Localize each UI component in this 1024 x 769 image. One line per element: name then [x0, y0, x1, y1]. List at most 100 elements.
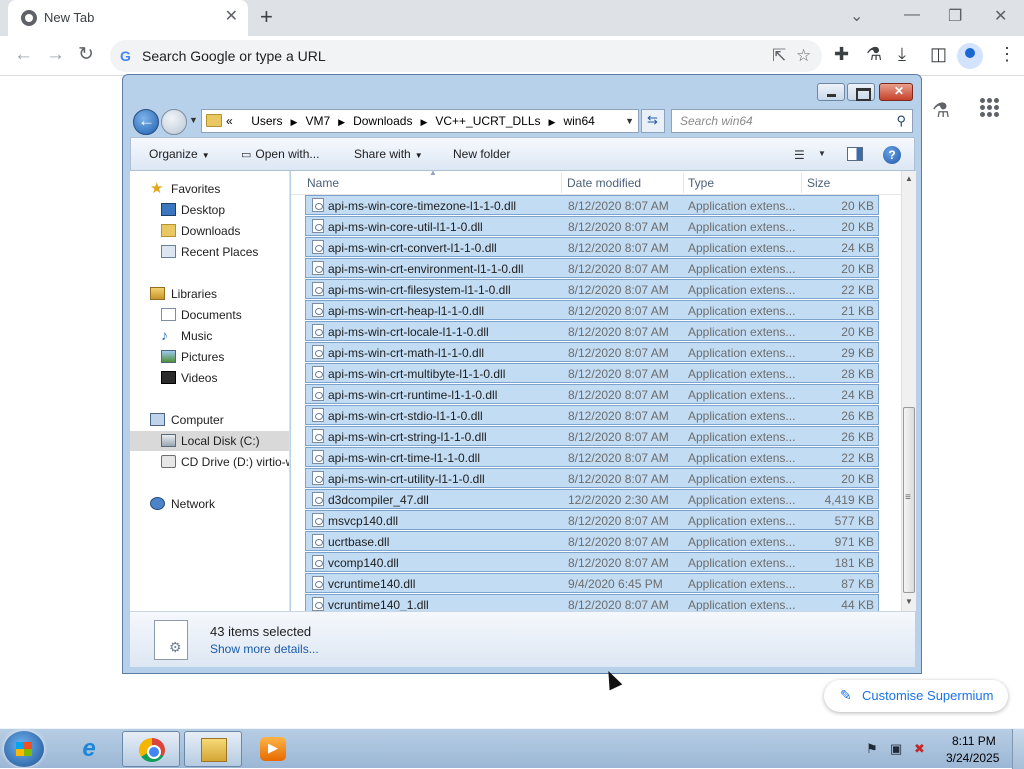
column-name[interactable]: Name [307, 176, 339, 190]
new-folder-button[interactable]: New folder [453, 147, 510, 161]
table-row[interactable]: api-ms-win-crt-stdio-l1-1-0.dll 8/12/2020… [305, 405, 879, 425]
bookmark-star-icon[interactable]: ☆ [796, 46, 811, 66]
taskbar-internet-explorer[interactable]: e [60, 731, 118, 767]
forward-icon[interactable]: → [46, 44, 65, 66]
breadcrumb-downloads[interactable]: Downloads [353, 114, 412, 128]
side-panel-icon[interactable]: ◫ [930, 44, 947, 65]
share-with-button[interactable]: Share with ▼ [354, 147, 423, 161]
scroll-thumb[interactable] [903, 407, 915, 593]
nav-recent-places[interactable]: Recent Places [130, 242, 289, 262]
nav-network[interactable]: Network [130, 494, 289, 514]
table-row[interactable]: api-ms-win-core-timezone-l1-1-0.dll 8/12/… [305, 195, 879, 215]
crumb-separator-icon[interactable]: ▶ [338, 117, 345, 127]
address-bar[interactable]: « Users ▶ VM7 ▶ Downloads ▶ VC++_UCRT_DLLs ▶ win… [201, 109, 639, 133]
organize-button[interactable]: Organize ▼ [149, 147, 210, 161]
views-icon[interactable]: ☰ [794, 148, 805, 162]
search-icon[interactable]: ⚲ [896, 113, 906, 129]
column-date-modified[interactable]: Date modified [567, 176, 641, 190]
table-row[interactable]: api-ms-win-crt-heap-l1-1-0.dll 8/12/2020 … [305, 300, 879, 320]
apps-grid-icon[interactable] [980, 98, 1000, 118]
table-row[interactable]: vcruntime140.dll 9/4/2020 6:45 PM Applicat… [305, 573, 879, 593]
breadcrumb-overflow[interactable]: « [226, 114, 233, 128]
extensions-icon[interactable]: ✚ [834, 44, 849, 65]
nav-music[interactable]: ♪ Music [130, 326, 289, 346]
volume-muted-icon[interactable]: ✖ [914, 741, 925, 757]
open-with-button[interactable]: ▭ Open with... [241, 147, 319, 161]
table-row[interactable]: ucrtbase.dll 8/12/2020 8:07 AM Application… [305, 531, 879, 551]
dialog-minimize-button[interactable] [817, 83, 845, 101]
table-row[interactable]: api-ms-win-crt-locale-l1-1-0.dll 8/12/202… [305, 321, 879, 341]
table-row[interactable]: vcomp140.dll 8/12/2020 8:07 AM Application… [305, 552, 879, 572]
restore-window-icon[interactable]: ❐ [948, 6, 962, 26]
table-row[interactable]: api-ms-win-crt-runtime-l1-1-0.dll 8/12/20… [305, 384, 879, 404]
nav-libraries[interactable]: Libraries [130, 284, 289, 304]
action-center-flag-icon[interactable]: ⚑ [866, 741, 878, 757]
table-row[interactable]: api-ms-win-crt-time-l1-1-0.dll 8/12/2020 … [305, 447, 879, 467]
taskbar-media-player[interactable] [244, 731, 302, 767]
column-divider[interactable] [801, 173, 802, 193]
profile-avatar-icon[interactable] [957, 43, 983, 69]
omnibox[interactable]: G Search Google or type a URL ⇱ ☆ [110, 40, 822, 72]
crumb-separator-icon[interactable]: ▶ [420, 117, 427, 127]
breadcrumb-vc-ucrt[interactable]: VC++_UCRT_DLLs [435, 114, 540, 128]
labs-flask-icon[interactable]: ⚗ [932, 98, 950, 123]
nav-favorites[interactable]: ★ Favorites [130, 179, 289, 199]
show-more-details-link[interactable]: Show more details... [210, 642, 319, 656]
table-row[interactable]: api-ms-win-core-util-l1-1-0.dll 8/12/2020… [305, 216, 879, 236]
views-dropdown-icon[interactable]: ▼ [818, 149, 826, 158]
dialog-close-button[interactable] [879, 83, 913, 101]
table-row[interactable]: msvcp140.dll 8/12/2020 8:07 AM Application… [305, 510, 879, 530]
nav-downloads[interactable]: Downloads [130, 221, 289, 241]
taskbar-explorer[interactable] [184, 731, 242, 767]
reload-icon[interactable]: ↻ [78, 44, 94, 66]
column-divider[interactable] [683, 173, 684, 193]
vertical-scrollbar[interactable]: ▲ ▼ [901, 171, 916, 611]
dialog-maximize-button[interactable] [847, 83, 875, 101]
downloads-icon[interactable]: ⤓ [898, 44, 906, 65]
omnibox-input[interactable]: Search Google or type a URL [142, 48, 326, 64]
share-icon[interactable]: ⇱ [772, 46, 786, 66]
tab-close-icon[interactable]: ✕ [225, 8, 238, 26]
preview-pane-icon[interactable] [847, 147, 863, 161]
tab-search-icon[interactable]: ⌄ [850, 6, 863, 26]
clock-date[interactable]: 3/24/2025 [946, 751, 999, 765]
table-row[interactable]: api-ms-win-crt-convert-l1-1-0.dll 8/12/20… [305, 237, 879, 257]
new-tab-button[interactable]: + [260, 4, 273, 30]
table-row[interactable]: api-ms-win-crt-string-l1-1-0.dll 8/12/202… [305, 426, 879, 446]
nav-computer[interactable]: Computer [130, 410, 289, 430]
scroll-down-icon[interactable]: ▼ [905, 597, 913, 606]
crumb-separator-icon[interactable]: ▶ [291, 117, 298, 127]
tab-new-tab[interactable]: New Tab ✕ [8, 0, 248, 36]
network-tray-icon[interactable]: ▣ [890, 741, 902, 757]
table-row[interactable]: api-ms-win-crt-math-l1-1-0.dll 8/12/2020 … [305, 342, 879, 362]
table-row[interactable]: vcruntime140_1.dll 8/12/2020 8:07 AM Appli… [305, 594, 879, 611]
customise-button[interactable]: ✎ Customise Supermium [824, 680, 1008, 712]
column-type[interactable]: Type [688, 176, 714, 190]
back-icon[interactable]: ← [14, 44, 33, 66]
back-button[interactable] [133, 109, 159, 135]
nav-documents[interactable]: Documents [130, 305, 289, 325]
nav-desktop[interactable]: Desktop [130, 200, 289, 220]
crumb-separator-icon[interactable]: ▶ [549, 117, 556, 127]
table-row[interactable]: api-ms-win-crt-filesystem-l1-1-0.dll 8/12… [305, 279, 879, 299]
breadcrumb-users[interactable]: Users [251, 114, 282, 128]
menu-kebab-icon[interactable]: ⋮ [998, 44, 1016, 65]
start-button[interactable] [4, 731, 44, 767]
column-size[interactable]: Size [807, 176, 830, 190]
breadcrumb-vm7[interactable]: VM7 [305, 114, 330, 128]
table-row[interactable]: api-ms-win-crt-multibyte-l1-1-0.dll 8/12/… [305, 363, 879, 383]
nav-local-disk[interactable]: Local Disk (C:) [130, 431, 289, 451]
forward-button[interactable] [161, 109, 187, 135]
nav-videos[interactable]: Videos [130, 368, 289, 388]
table-row[interactable]: d3dcompiler_47.dll 12/2/2020 2:30 AM Appli… [305, 489, 879, 509]
taskbar-browser[interactable] [122, 731, 180, 767]
table-row[interactable]: api-ms-win-crt-environment-l1-1-0.dll 8/1… [305, 258, 879, 278]
breadcrumb-win64[interactable]: win64 [563, 114, 594, 128]
table-row[interactable]: api-ms-win-crt-utility-l1-1-0.dll 8/12/20… [305, 468, 879, 488]
nav-pictures[interactable]: Pictures [130, 347, 289, 367]
clock-time[interactable]: 8:11 PM [952, 734, 996, 748]
search-box[interactable]: Search win64 ⚲ [671, 109, 913, 133]
show-desktop-button[interactable] [1012, 729, 1024, 769]
recent-pages-chevron-icon[interactable]: ▼ [189, 115, 198, 125]
minimize-window-icon[interactable]: — [904, 6, 920, 24]
